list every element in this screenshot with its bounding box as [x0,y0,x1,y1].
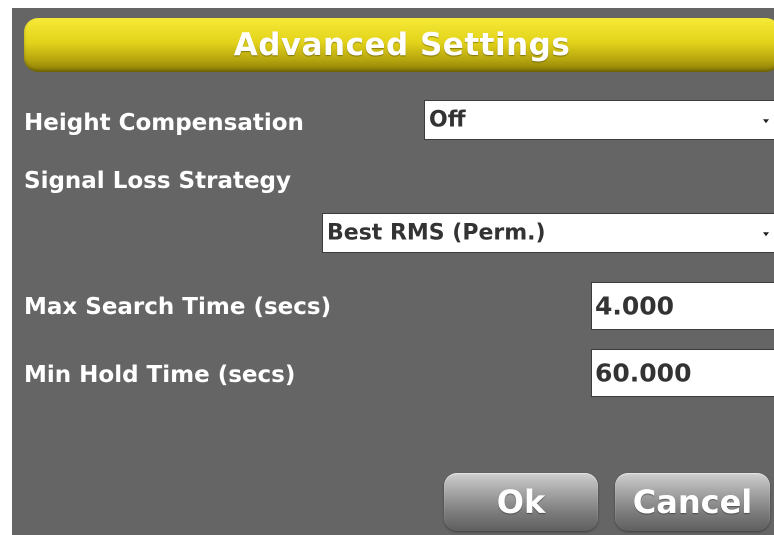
min-hold-time-label: Min Hold Time (secs) [24,362,296,388]
chevron-down-icon[interactable] [763,119,769,124]
height-compensation-value: Off [429,107,466,133]
max-search-time-label: Max Search Time (secs) [24,294,332,320]
dialog-title: Advanced Settings [233,27,571,63]
cancel-button-label: Cancel [632,483,753,521]
cancel-button[interactable]: Cancel [615,473,770,531]
signal-loss-strategy-value: Best RMS (Perm.) [327,220,546,246]
advanced-settings-dialog: Advanced Settings Height Compensation Of… [12,8,774,535]
height-compensation-label: Height Compensation [24,110,304,136]
max-search-time-input[interactable]: 4.000 [591,282,774,330]
signal-loss-strategy-label: Signal Loss Strategy [24,168,292,194]
signal-loss-strategy-dropdown[interactable]: Best RMS (Perm.) [322,213,774,253]
title-bar: Advanced Settings [24,18,774,72]
ok-button[interactable]: Ok [444,473,598,531]
chevron-down-icon[interactable] [763,232,769,237]
min-hold-time-input[interactable]: 60.000 [591,349,774,397]
ok-button-label: Ok [496,483,546,521]
max-search-time-value: 4.000 [595,291,675,321]
height-compensation-dropdown[interactable]: Off [424,100,774,140]
min-hold-time-value: 60.000 [595,358,692,388]
